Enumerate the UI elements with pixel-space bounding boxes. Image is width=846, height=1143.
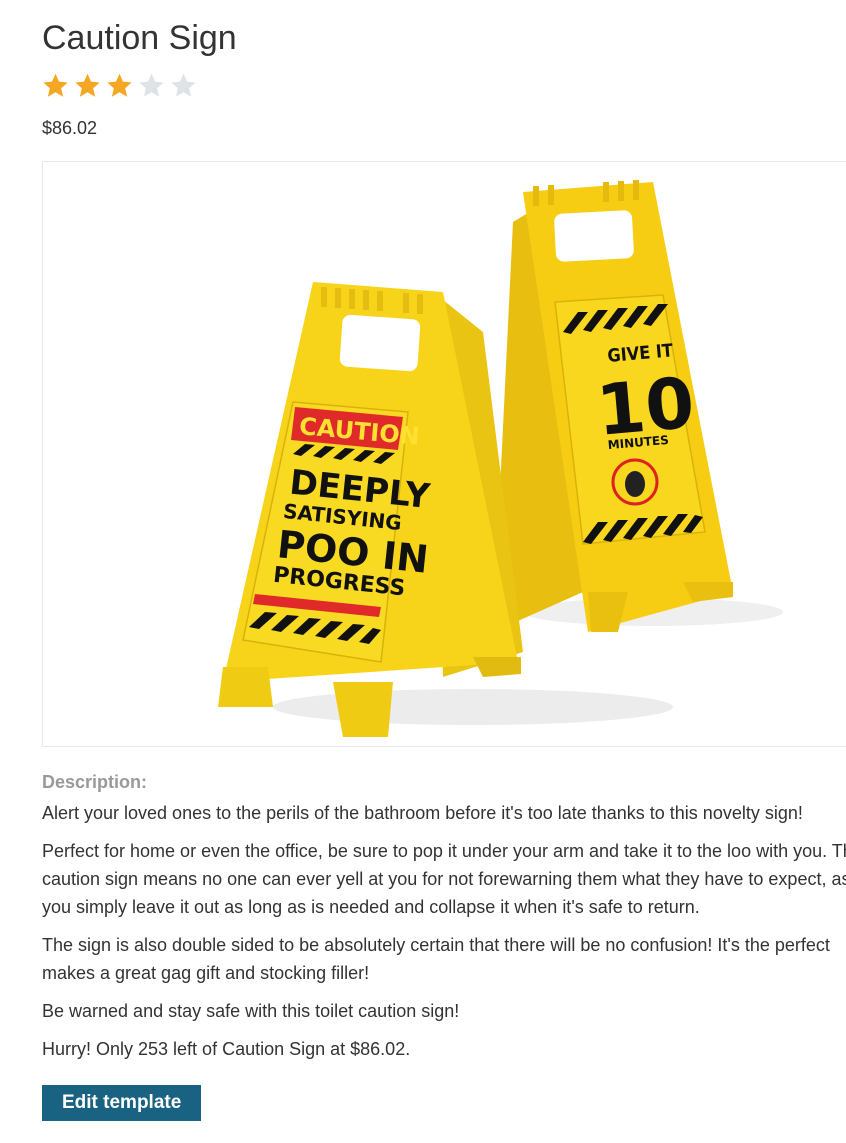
star-icon <box>107 73 132 97</box>
description-paragraph-3: The sign is also double sided to be abso… <box>42 931 846 987</box>
star-icon <box>75 73 100 97</box>
description-line: you simply leave it out as long as is ne… <box>42 897 700 917</box>
star-icon <box>139 73 164 97</box>
stock-notice: Hurry! Only 253 left of Caution Sign at … <box>42 1039 411 1059</box>
product-price: $86.02 <box>42 118 98 138</box>
description-line: caution sign means no one can ever yell … <box>42 869 846 889</box>
edit-template-button[interactable]: Edit template <box>42 1085 202 1121</box>
star-icon <box>43 73 68 97</box>
description-line: The sign is also double sided to be abso… <box>42 935 830 955</box>
caution-signs-image: GIVE IT 10 MINUTES CAUTION DEEPLY SATISY… <box>218 180 783 737</box>
description-line: makes a great gag gift and stocking fill… <box>42 963 370 983</box>
star-icon <box>171 73 196 97</box>
description-paragraph-1: Alert your loved ones to the perils of t… <box>42 803 803 823</box>
description-body: Alert your loved ones to the perils of t… <box>42 799 846 1073</box>
product-image: GIVE IT 10 MINUTES CAUTION DEEPLY SATISY… <box>42 161 846 747</box>
description-paragraph-2: Perfect for home or even the office, be … <box>42 837 846 921</box>
description-line: Perfect for home or even the office, be … <box>42 841 846 861</box>
description-label: Description: <box>42 772 148 792</box>
product-title: Caution Sign <box>42 19 237 57</box>
star-rating <box>42 72 197 99</box>
description-paragraph-4: Be warned and stay safe with this toilet… <box>42 1001 460 1021</box>
